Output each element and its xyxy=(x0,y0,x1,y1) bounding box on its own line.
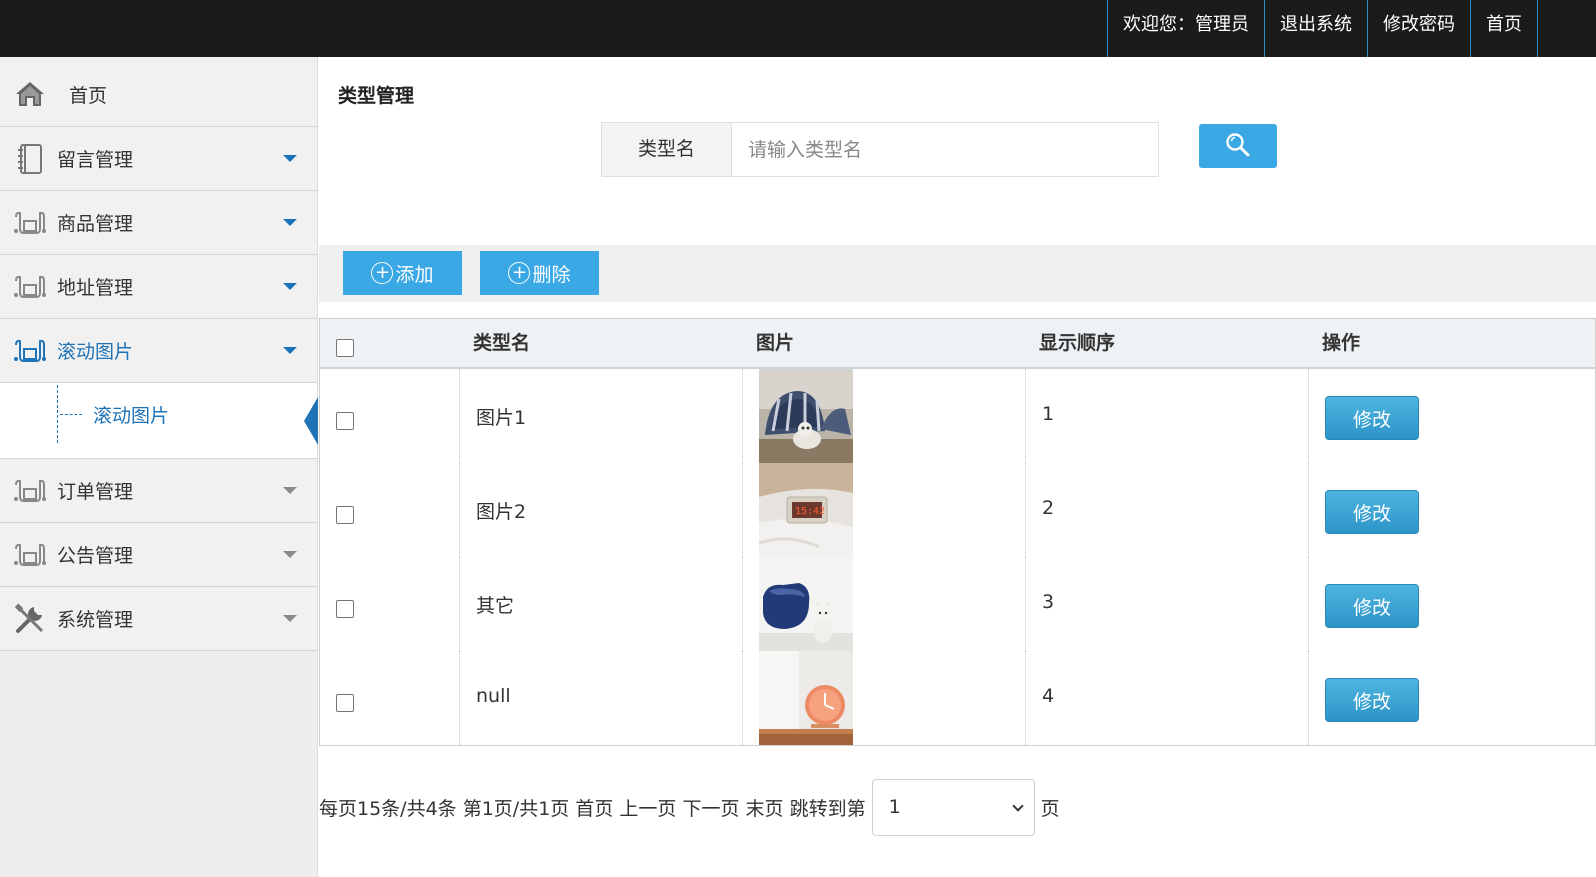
table-row: 图片1 1 修改 xyxy=(320,369,1595,463)
pagination: 每页15条/共4条 第1页/共1页 首页 上一页 下一页 末页 跳转到第 1 页 xyxy=(319,778,1060,836)
table-row: null 4 修改 xyxy=(320,651,1595,745)
plus-circle-icon: + xyxy=(508,262,531,284)
chevron-down-icon xyxy=(283,283,297,290)
first-page-link[interactable]: 首页 xyxy=(575,794,613,821)
active-pointer-icon xyxy=(304,397,318,445)
page-title: 类型管理 xyxy=(338,85,415,107)
last-page-link[interactable]: 末页 xyxy=(746,794,784,821)
chevron-down-icon xyxy=(283,551,297,558)
table-row: 其它 3 修改 xyxy=(320,557,1595,651)
top-bar: 欢迎您：管理员 退出系统 修改密码 首页 xyxy=(0,0,1596,57)
column-header-action: 操作 xyxy=(1322,332,1361,354)
tools-icon xyxy=(13,602,47,636)
top-nav: 欢迎您：管理员 退出系统 修改密码 首页 xyxy=(1107,0,1538,57)
search-icon xyxy=(1225,132,1251,161)
row-checkbox[interactable] xyxy=(336,412,354,430)
type-name-cell: null xyxy=(476,685,511,707)
main-content: 类型管理 类型名 + 添加 + 删除 类型名 图片 显示顺序 操作 图片1 xyxy=(319,63,1596,877)
sidebar-subitem-carousel[interactable]: 滚动图片 xyxy=(0,383,318,459)
jump-to-label: 跳转到第 xyxy=(789,797,866,820)
display-order-cell: 1 xyxy=(1042,403,1055,425)
sidebar-item-home[interactable]: 首页 xyxy=(0,62,317,127)
sidebar-item-label: 滚动图片 xyxy=(57,341,134,363)
logout-link[interactable]: 退出系统 xyxy=(1264,0,1367,57)
prev-page-link[interactable]: 上一页 xyxy=(619,794,676,821)
chevron-down-icon xyxy=(283,487,297,494)
data-table: 类型名 图片 显示顺序 操作 图片1 1 修改 图片2 15:42 2 修改 其… xyxy=(319,318,1596,746)
column-header-name: 类型名 xyxy=(473,332,531,354)
edit-button[interactable]: 修改 xyxy=(1325,490,1419,534)
search-label: 类型名 xyxy=(602,123,732,176)
carousel-image-thumbnail xyxy=(759,651,853,745)
module-icon xyxy=(13,474,47,508)
sidebar-item-messages[interactable]: 留言管理 xyxy=(0,127,317,191)
sidebar-subitem-label: 滚动图片 xyxy=(93,405,170,427)
sidebar-item-label: 公告管理 xyxy=(57,545,134,567)
sidebar: 首页 留言管理 商品管理 地址管理 滚动图片 滚动图片 订单管理 公告管理 系统… xyxy=(0,57,318,877)
search-input[interactable] xyxy=(732,123,1158,176)
sidebar-item-label: 订单管理 xyxy=(57,481,134,503)
column-header-image: 图片 xyxy=(756,332,795,354)
type-name-cell: 图片2 xyxy=(476,501,527,523)
chevron-down-icon xyxy=(283,615,297,622)
sidebar-item-label: 系统管理 xyxy=(57,609,134,631)
page-select-value: 1 xyxy=(888,795,901,818)
module-icon xyxy=(13,334,47,368)
column-header-order: 显示顺序 xyxy=(1039,332,1116,354)
table-header: 类型名 图片 显示顺序 操作 xyxy=(320,319,1595,369)
add-button[interactable]: + 添加 xyxy=(343,251,462,295)
chevron-down-icon xyxy=(283,347,297,354)
sidebar-item-label: 地址管理 xyxy=(57,277,134,299)
edit-button[interactable]: 修改 xyxy=(1325,396,1419,440)
notebook-icon xyxy=(13,142,47,176)
pagination-summary: 每页15条/共4条 第1页/共1页 xyxy=(319,797,570,820)
change-password-link[interactable]: 修改密码 xyxy=(1367,0,1470,57)
row-checkbox[interactable] xyxy=(336,506,354,524)
row-checkbox[interactable] xyxy=(336,600,354,618)
carousel-image-thumbnail xyxy=(759,557,853,651)
home-icon xyxy=(13,77,47,111)
sidebar-item-carousel[interactable]: 滚动图片 xyxy=(0,319,317,383)
edit-button[interactable]: 修改 xyxy=(1325,584,1419,628)
svg-text:15:42: 15:42 xyxy=(795,506,825,517)
type-name-cell: 图片1 xyxy=(476,407,527,429)
module-icon xyxy=(13,206,47,240)
edit-button[interactable]: 修改 xyxy=(1325,678,1419,722)
sidebar-item-addresses[interactable]: 地址管理 xyxy=(0,255,317,319)
sidebar-item-label: 留言管理 xyxy=(57,149,134,171)
display-order-cell: 3 xyxy=(1042,591,1055,613)
select-all-checkbox[interactable] xyxy=(336,339,354,357)
page-select[interactable]: 1 xyxy=(871,778,1035,836)
sidebar-item-notices[interactable]: 公告管理 xyxy=(0,523,317,587)
sidebar-item-products[interactable]: 商品管理 xyxy=(0,191,317,255)
module-icon xyxy=(13,270,47,304)
chevron-down-icon xyxy=(1011,799,1024,812)
sidebar-item-system[interactable]: 系统管理 xyxy=(0,587,317,651)
carousel-image-thumbnail: 15:42 xyxy=(759,463,853,557)
table-row: 图片2 15:42 2 修改 xyxy=(320,463,1595,557)
display-order-cell: 4 xyxy=(1042,685,1055,707)
delete-button[interactable]: + 删除 xyxy=(480,251,599,295)
action-toolbar: + 添加 + 删除 xyxy=(319,245,1596,302)
carousel-image-thumbnail xyxy=(759,369,853,463)
sidebar-item-label: 首页 xyxy=(69,84,108,107)
sidebar-item-orders[interactable]: 订单管理 xyxy=(0,459,317,523)
next-page-link[interactable]: 下一页 xyxy=(682,794,739,821)
welcome-text: 欢迎您：管理员 xyxy=(1107,0,1264,57)
sidebar-item-label: 商品管理 xyxy=(57,213,134,235)
display-order-cell: 2 xyxy=(1042,497,1055,519)
module-icon xyxy=(13,538,47,572)
search-button[interactable] xyxy=(1199,124,1277,168)
type-name-cell: 其它 xyxy=(476,595,515,617)
row-checkbox[interactable] xyxy=(336,694,354,712)
home-link[interactable]: 首页 xyxy=(1470,0,1538,57)
chevron-down-icon xyxy=(283,155,297,162)
search-group: 类型名 xyxy=(601,122,1159,177)
plus-circle-icon: + xyxy=(371,262,394,284)
chevron-down-icon xyxy=(283,219,297,226)
page-suffix: 页 xyxy=(1040,797,1060,820)
